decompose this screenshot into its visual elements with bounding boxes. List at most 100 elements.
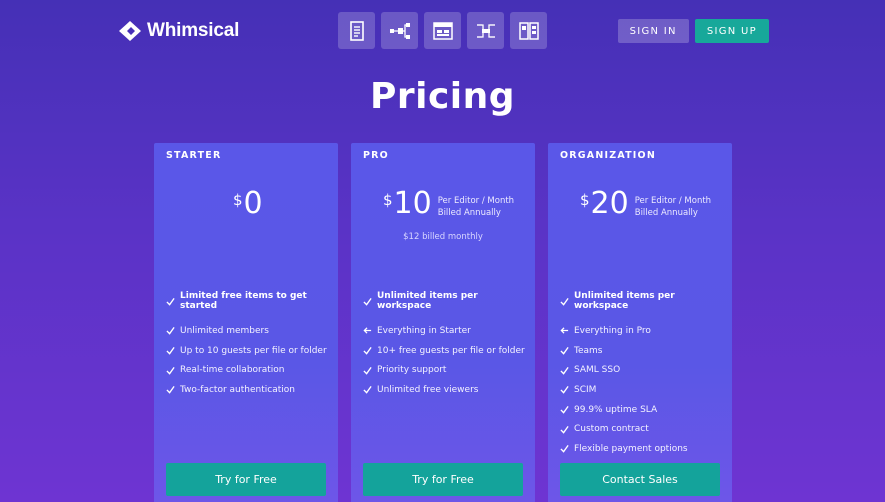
- plan-price: $ 20 Per Editor / Month Billed Annually: [580, 187, 711, 221]
- price-currency: $: [383, 191, 393, 209]
- check-icon: [166, 346, 175, 355]
- board-icon: [518, 21, 539, 40]
- feature-item: Custom contract: [560, 419, 688, 439]
- plan-headline-text: Limited free items to get started: [180, 291, 307, 311]
- plan-name: PRO: [363, 150, 389, 161]
- check-icon: [363, 346, 372, 355]
- sign-in-button[interactable]: SIGN IN: [617, 19, 689, 43]
- price-billing-line: Billed Annually: [437, 208, 501, 218]
- auth-buttons: SIGN IN SIGN UP: [617, 19, 769, 43]
- feature-item: 10+ free guests per file or folder: [363, 341, 525, 361]
- price-period-line: Per Editor / Month: [634, 196, 712, 206]
- feature-text: Everything in Pro: [574, 325, 651, 336]
- price-amount: 20: [590, 186, 629, 221]
- sign-up-button[interactable]: SIGN UP: [694, 19, 769, 43]
- check-icon: [560, 445, 569, 454]
- try-for-free-button[interactable]: Try for Free: [363, 463, 523, 496]
- plan-price: $ 0: [233, 187, 263, 221]
- arrow-left-icon: [363, 327, 372, 334]
- feature-list: Everything in Starter 10+ free guests pe…: [363, 321, 525, 400]
- monthly-price-note: $12 billed monthly: [403, 232, 483, 242]
- plan-headline: Limited free items to get started: [166, 291, 338, 311]
- feature-item: Real-time collaboration: [166, 360, 327, 380]
- feature-text: Up to 10 guests per file or folder: [180, 345, 327, 356]
- feature-text: Teams: [574, 345, 603, 356]
- feature-text: Two-factor authentication: [180, 384, 295, 395]
- feature-text: Unlimited members: [180, 325, 269, 336]
- price-currency: $: [580, 191, 590, 209]
- price-period: Per Editor / Month Billed Annually: [635, 195, 711, 219]
- plan-card-starter: STARTER $ 0 Limited free items to get st…: [154, 143, 338, 502]
- feature-item: Everything in Pro: [560, 321, 688, 341]
- plan-name: ORGANIZATION: [560, 150, 656, 161]
- pricing-cards: STARTER $ 0 Limited free items to get st…: [154, 143, 732, 502]
- feature-list: Unlimited members Up to 10 guests per fi…: [166, 321, 327, 400]
- check-icon: [166, 386, 175, 395]
- mindmap-icon: [476, 23, 495, 38]
- check-icon: [363, 297, 372, 306]
- docs-tool-button[interactable]: [338, 12, 375, 49]
- check-icon: [560, 366, 569, 375]
- plan-headline-text: Unlimited items per workspace: [377, 291, 478, 311]
- check-icon: [166, 366, 175, 375]
- feature-text: Real-time collaboration: [180, 365, 285, 376]
- feature-text: Priority support: [377, 365, 447, 376]
- price-period-line: Per Editor / Month: [437, 196, 515, 206]
- price-billing-line: Billed Annually: [634, 208, 698, 218]
- feature-item: Teams: [560, 341, 688, 361]
- arrow-left-icon: [560, 327, 569, 334]
- check-icon: [166, 327, 175, 336]
- board-tool-button[interactable]: [510, 12, 547, 49]
- feature-item: Unlimited free viewers: [363, 380, 525, 400]
- check-icon: [166, 297, 175, 306]
- plan-headline-text: Unlimited items per workspace: [574, 291, 675, 311]
- mindmap-tool-button[interactable]: [467, 12, 504, 49]
- plan-name: STARTER: [166, 150, 222, 161]
- feature-item: Two-factor authentication: [166, 380, 327, 400]
- try-for-free-button[interactable]: Try for Free: [166, 463, 326, 496]
- plan-headline: Unlimited items per workspace: [363, 291, 535, 311]
- check-icon: [363, 366, 372, 375]
- feature-item: Everything in Starter: [363, 321, 525, 341]
- plan-card-pro: PRO $ 10 Per Editor / Month Billed Annua…: [351, 143, 535, 502]
- feature-item: Priority support: [363, 360, 525, 380]
- wireframe-tool-button[interactable]: [424, 12, 461, 49]
- price-period: Per Editor / Month Billed Annually: [438, 195, 514, 219]
- feature-item: SAML SSO: [560, 360, 688, 380]
- price-currency: $: [233, 191, 243, 209]
- feature-item: Unlimited members: [166, 321, 327, 341]
- wireframe-icon: [432, 21, 453, 40]
- flowchart-tool-button[interactable]: [381, 12, 418, 49]
- feature-item: SCIM: [560, 380, 688, 400]
- feature-text: 99.9% uptime SLA: [574, 404, 658, 415]
- flowchart-icon: [389, 22, 410, 39]
- product-switcher: [338, 12, 547, 49]
- feature-text: Flexible payment options: [574, 443, 688, 454]
- price-amount: 10: [393, 186, 432, 221]
- feature-text: SAML SSO: [574, 365, 621, 376]
- contact-sales-button[interactable]: Contact Sales: [560, 463, 720, 496]
- check-icon: [363, 386, 372, 395]
- plan-headline: Unlimited items per workspace: [560, 291, 732, 311]
- check-icon: [560, 425, 569, 434]
- feature-item: Up to 10 guests per file or folder: [166, 341, 327, 361]
- page-title: Pricing: [369, 76, 516, 117]
- plan-price: $ 10 Per Editor / Month Billed Annually: [383, 187, 514, 221]
- feature-text: Unlimited free viewers: [377, 384, 479, 395]
- feature-item: Flexible payment options: [560, 439, 688, 459]
- whimsical-logo-icon: [119, 21, 141, 41]
- feature-text: Custom contract: [574, 424, 649, 435]
- docs-icon: [349, 20, 364, 41]
- feature-list: Everything in Pro Teams SAML SSO SCIM 99…: [560, 321, 688, 459]
- price-amount: 0: [243, 186, 263, 221]
- feature-text: 10+ free guests per file or folder: [377, 345, 525, 356]
- brand-name: Whimsical: [147, 20, 240, 41]
- feature-text: SCIM: [574, 384, 597, 395]
- check-icon: [560, 297, 569, 306]
- plan-card-organization: ORGANIZATION $ 20 Per Editor / Month Bil…: [548, 143, 732, 502]
- check-icon: [560, 386, 569, 395]
- check-icon: [560, 346, 569, 355]
- check-icon: [560, 406, 569, 414]
- brand-logo[interactable]: Whimsical: [118, 20, 239, 42]
- feature-item: 99.9% uptime SLA: [560, 400, 688, 420]
